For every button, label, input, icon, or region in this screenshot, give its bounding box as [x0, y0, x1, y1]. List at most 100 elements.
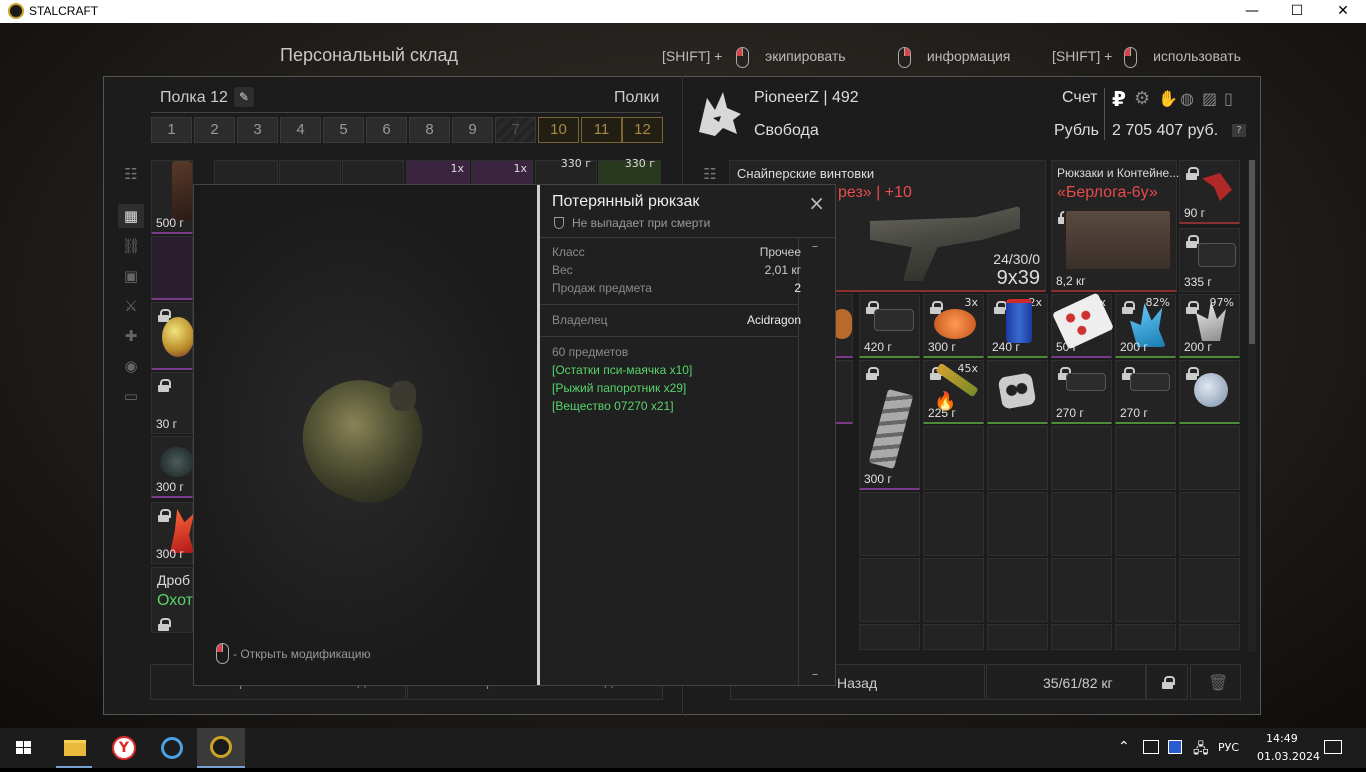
- empty-cell[interactable]: [923, 426, 984, 490]
- inventory-cell[interactable]: 270 г: [1115, 360, 1176, 424]
- storage-cell[interactable]: 500 г: [151, 160, 193, 234]
- inventory-cell[interactable]: [1179, 360, 1240, 424]
- map-icon[interactable]: ▨: [1202, 89, 1217, 108]
- scrollbar-track[interactable]: [1248, 160, 1256, 652]
- scroll-up-marker[interactable]: –: [812, 239, 818, 253]
- inventory-cell[interactable]: [987, 360, 1048, 424]
- edit-pencil-icon[interactable]: ✎: [234, 87, 254, 107]
- shelf-tab-9[interactable]: 9: [452, 117, 493, 143]
- empty-cell[interactable]: [1051, 558, 1112, 622]
- scrollbar-thumb[interactable]: [1249, 160, 1255, 344]
- lock-button[interactable]: [1146, 664, 1188, 700]
- ruble-icon[interactable]: ₽: [1112, 87, 1126, 111]
- empty-cell[interactable]: [923, 492, 984, 556]
- empty-cell[interactable]: [987, 558, 1048, 622]
- storage-cell[interactable]: 300 г: [151, 436, 194, 498]
- empty-cell[interactable]: [1051, 492, 1112, 556]
- tray-app-icon[interactable]: [1168, 740, 1182, 754]
- notification-icon[interactable]: [1324, 740, 1342, 754]
- list-view-icon[interactable]: ☷: [118, 162, 144, 186]
- system-tray-icon[interactable]: [1143, 740, 1159, 754]
- tool-icon[interactable]: ✚: [118, 324, 144, 348]
- shelf-tab-2[interactable]: 2: [194, 117, 235, 143]
- artifact-icon[interactable]: ◉: [118, 354, 144, 378]
- storage-cell[interactable]: Дроб Охот: [151, 567, 193, 633]
- language-indicator[interactable]: РУС: [1218, 741, 1239, 754]
- network-icon[interactable]: 🖧: [1193, 738, 1209, 762]
- inventory-cell[interactable]: 90 г: [1179, 160, 1240, 224]
- scroll-down-marker[interactable]: –: [812, 667, 818, 681]
- shelf-tab-10[interactable]: 10: [538, 117, 579, 143]
- gear-icon[interactable]: ⚙: [1134, 88, 1150, 109]
- empty-cell[interactable]: [1179, 492, 1240, 556]
- empty-cell[interactable]: [1115, 492, 1176, 556]
- shelf-tab-7[interactable]: 7: [495, 117, 536, 143]
- compass-icon[interactable]: ◍: [1180, 89, 1194, 108]
- shelf-tab-11[interactable]: 11: [581, 117, 622, 143]
- storage-cell[interactable]: [151, 302, 194, 370]
- storage-cell[interactable]: 1x: [406, 160, 470, 185]
- empty-cell[interactable]: [859, 558, 920, 622]
- empty-cell[interactable]: [859, 624, 920, 650]
- trash-button[interactable]: 🗑: [1190, 664, 1241, 700]
- empty-cell[interactable]: [987, 426, 1048, 490]
- empty-cell[interactable]: [987, 492, 1048, 556]
- inventory-cell[interactable]: 3x 300 г: [923, 294, 984, 358]
- backpack-slot[interactable]: Рюкзаки и Контейне... «Берлога-6у» 8,2 к…: [1051, 160, 1179, 292]
- inventory-cell[interactable]: 82% 200 г: [1115, 294, 1176, 358]
- stalcraft-taskbar-icon[interactable]: [197, 728, 245, 768]
- grid-view-icon[interactable]: ▦: [118, 204, 144, 228]
- close-button[interactable]: ×: [808, 191, 825, 215]
- storage-cell[interactable]: [214, 160, 278, 185]
- list-view-icon[interactable]: ☷: [697, 162, 723, 186]
- close-window-button[interactable]: ✕: [1320, 0, 1366, 23]
- maximize-button[interactable]: ☐: [1274, 0, 1320, 23]
- storage-cell[interactable]: 330 г: [535, 157, 597, 185]
- empty-cell[interactable]: [1115, 558, 1176, 622]
- storage-cell[interactable]: [151, 236, 193, 300]
- shelf-tab-6[interactable]: 6: [366, 117, 407, 143]
- inventory-cell[interactable]: 335 г: [1179, 228, 1240, 292]
- yandex-browser-icon[interactable]: Y: [100, 728, 148, 768]
- storage-cell[interactable]: 30 г: [151, 372, 193, 434]
- empty-cell[interactable]: [1115, 624, 1176, 650]
- storage-cell[interactable]: 330 г: [598, 157, 661, 185]
- shelf-tab-8[interactable]: 8: [409, 117, 450, 143]
- clock-time[interactable]: 14:49: [1266, 732, 1298, 745]
- empty-cell[interactable]: [923, 624, 984, 650]
- empty-cell[interactable]: [1051, 426, 1112, 490]
- inventory-cell[interactable]: 1x 50 г: [1051, 292, 1115, 358]
- shelf-tab-12[interactable]: 12: [622, 117, 663, 143]
- clock-date[interactable]: 01.03.2024: [1257, 750, 1320, 763]
- armor-icon[interactable]: ▣: [118, 264, 144, 288]
- empty-cell[interactable]: [1179, 426, 1240, 490]
- empty-cell[interactable]: [987, 624, 1048, 650]
- pda-icon[interactable]: ▯: [1224, 89, 1233, 108]
- storage-cell[interactable]: 300 г: [151, 502, 194, 564]
- inventory-cell[interactable]: 97% 200 г: [1179, 294, 1240, 358]
- empty-cell[interactable]: [1179, 624, 1240, 650]
- hand-icon[interactable]: ✋: [1158, 89, 1178, 108]
- inventory-cell[interactable]: 420 г: [859, 294, 920, 358]
- empty-cell[interactable]: [923, 558, 984, 622]
- chevron-up-icon[interactable]: ⌃: [1118, 739, 1130, 755]
- help-icon[interactable]: ?: [1232, 124, 1246, 137]
- empty-cell[interactable]: [859, 492, 920, 556]
- inventory-cell[interactable]: 300 г: [859, 360, 920, 490]
- shelf-tab-5[interactable]: 5: [323, 117, 364, 143]
- inventory-cell[interactable]: 2x 240 г: [987, 294, 1048, 358]
- shelf-tab-1[interactable]: 1: [151, 117, 192, 143]
- inventory-cell[interactable]: 45x 🔥 225 г: [923, 360, 984, 424]
- empty-cell[interactable]: [1115, 426, 1176, 490]
- box-icon[interactable]: ▭: [118, 384, 144, 408]
- launcher-icon[interactable]: [148, 728, 196, 768]
- weapon-icon[interactable]: ⚔: [118, 294, 144, 318]
- start-button[interactable]: [0, 728, 48, 768]
- inventory-cell[interactable]: 270 г: [1051, 360, 1112, 424]
- storage-cell[interactable]: [279, 160, 341, 185]
- link-icon[interactable]: ⛓: [118, 234, 144, 258]
- shelf-tab-3[interactable]: 3: [237, 117, 278, 143]
- storage-cell[interactable]: 1x: [471, 160, 533, 185]
- empty-cell[interactable]: [1179, 558, 1240, 622]
- storage-cell[interactable]: [342, 160, 404, 185]
